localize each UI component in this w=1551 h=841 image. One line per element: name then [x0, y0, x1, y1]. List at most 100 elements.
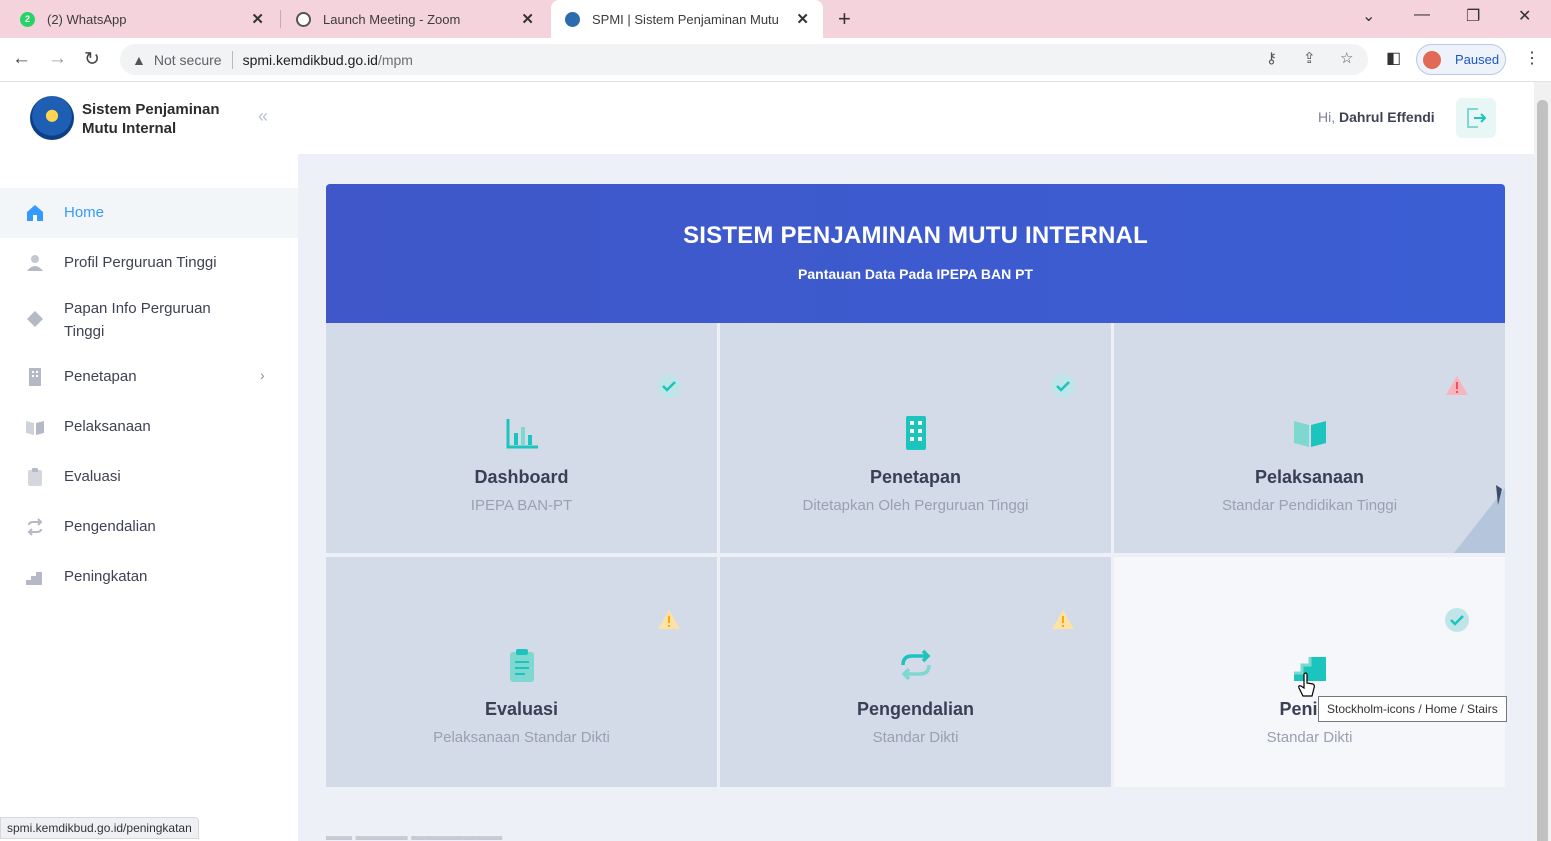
sidebar-item-label: Pengendalian: [64, 518, 156, 535]
chart-bar-icon: [506, 419, 538, 449]
sidebar-item-label: Papan Info Perguruan Tinggi: [64, 300, 211, 340]
logo: [30, 96, 74, 140]
card-title: Pelaksanaan: [1254, 467, 1365, 487]
sidebar-item-label: Penetapan: [64, 368, 137, 385]
share-icon[interactable]: ⇪: [1303, 49, 1316, 67]
user-icon: [27, 255, 43, 271]
whatsapp-icon: 2: [20, 11, 35, 27]
greeting-text: Hi,: [1318, 109, 1336, 125]
card-dashboard[interactable]: Dashboard IPEPA BAN-PT: [326, 323, 717, 553]
url-path: /mpm: [377, 51, 413, 68]
brand-line-2: Mutu Internal: [82, 120, 177, 137]
card-title: Penetapan: [869, 467, 962, 487]
browser-tab-strip: 2 (2) WhatsApp ✕ Launch Meeting - Zoom ✕…: [0, 0, 1551, 38]
card-evaluasi[interactable]: Evaluasi Pelaksanaan Standar Dikti: [326, 557, 717, 787]
sidebar-item-label: Evaluasi: [64, 468, 121, 485]
sidebar-item-pengendalian[interactable]: Pengendalian: [0, 504, 298, 550]
card-title: Evaluasi: [484, 699, 559, 719]
close-tab-icon[interactable]: ✕: [521, 10, 534, 28]
warning-icon: ▲: [132, 51, 146, 68]
not-secure-label[interactable]: Not secure: [154, 52, 222, 68]
tab-spmi[interactable]: SPMI | Sistem Penjaminan Mutu ✕: [551, 0, 823, 38]
sidebar-item-label: Pelaksanaan: [64, 418, 151, 435]
clipboard-icon: [510, 649, 534, 682]
menu-icon[interactable]: ⋮: [1524, 48, 1540, 68]
user-greeting: Hi, Dahrul Effendi: [1318, 109, 1435, 125]
card-subtitle: Standar Pendidikan Tinggi: [1221, 497, 1398, 514]
collapse-sidebar-icon[interactable]: «: [258, 106, 268, 127]
page-title: SISTEM PENJAMINAN MUTU INTERNAL: [683, 222, 1148, 249]
repeat-icon: [901, 649, 931, 681]
check-circle-icon: [1445, 608, 1469, 632]
profile-button[interactable]: Paused: [1416, 44, 1506, 75]
sidebar-item-evaluasi[interactable]: Evaluasi: [0, 454, 298, 500]
tab-title: SPMI | Sistem Penjaminan Mutu: [592, 11, 779, 27]
page-subtitle: Pantauan Data Pada IPEPA BAN PT: [798, 266, 1033, 282]
sign-out-icon: [1467, 108, 1487, 128]
sidebar-item-pelaksanaan[interactable]: Pelaksanaan: [0, 404, 298, 450]
book-open-icon: [1294, 421, 1326, 447]
stairs-icon: [26, 572, 42, 585]
warning-icon: [1446, 376, 1468, 395]
check-circle-icon: [657, 374, 681, 398]
close-window-icon[interactable]: ✕: [1518, 6, 1531, 26]
warning-icon: [1052, 610, 1074, 629]
clipboard-icon: [28, 468, 42, 486]
sidebar-item-penetapan[interactable]: Penetapan ›: [0, 354, 298, 400]
close-tab-icon[interactable]: ✕: [251, 10, 264, 28]
status-url: spmi.kemdikbud.go.id/peningkatan: [0, 817, 199, 839]
diamond-icon: [27, 311, 43, 327]
omnibox-divider: [231, 50, 233, 69]
scrollbar[interactable]: [1534, 82, 1551, 841]
new-tab-button[interactable]: +: [838, 6, 851, 32]
forward-icon[interactable]: →: [48, 48, 67, 70]
home-icon: [27, 205, 43, 221]
card-subtitle: Standar Dikti: [872, 729, 959, 746]
sidebar-item-peningkatan[interactable]: Peningkatan: [0, 554, 298, 600]
footer-faded: ▬▬ ▬▬▬▬ ▬▬▬▬▬▬▬: [326, 828, 503, 841]
building-icon: [29, 368, 41, 386]
scrollbar-thumb[interactable]: [1537, 100, 1548, 841]
card-subtitle: Pelaksanaan Standar Dikti: [433, 729, 610, 746]
card-penetapan[interactable]: Penetapan Ditetapkan Oleh Perguruan Ting…: [720, 323, 1111, 553]
sidebar-item-label: Profil Perguruan Tinggi: [64, 254, 217, 271]
tab-zoom[interactable]: Launch Meeting - Zoom ✕: [282, 0, 548, 38]
browser-toolbar: ← → ↻ ▲ Not secure spmi.kemdikbud.go.id …: [0, 38, 1551, 82]
key-icon[interactable]: ⚷: [1266, 49, 1277, 67]
sidebar-item-home[interactable]: Home: [0, 188, 298, 238]
minimize-icon[interactable]: —: [1414, 6, 1430, 24]
card-pengendalian[interactable]: Pengendalian Standar Dikti: [720, 557, 1111, 787]
reload-icon[interactable]: ↻: [84, 48, 100, 71]
card-title: Pengendalian: [856, 699, 975, 719]
address-bar[interactable]: ▲ Not secure spmi.kemdikbud.go.id /mpm ⚷…: [120, 44, 1368, 75]
decorative-illustration: [1454, 485, 1505, 553]
card-pelaksanaan[interactable]: Pelaksanaan Standar Pendidikan Tinggi: [1114, 323, 1505, 553]
sidebar-item-label: Home: [64, 204, 105, 221]
sidebar-item-label: Peningkatan: [64, 568, 148, 585]
side-panel-icon[interactable]: ◧: [1386, 48, 1401, 68]
tab-search-icon[interactable]: ⌄: [1362, 6, 1375, 26]
repeat-icon: [27, 518, 43, 536]
building-icon: [906, 416, 926, 450]
profile-status: Paused: [1455, 52, 1500, 67]
card-subtitle: Standar Dikti: [1266, 729, 1353, 746]
card-subtitle: IPEPA BAN-PT: [470, 497, 573, 514]
book-icon: [26, 421, 44, 435]
star-icon[interactable]: ☆: [1340, 49, 1353, 67]
tab-divider: [280, 10, 281, 28]
brand-line-1: Sistem Penjaminan: [82, 101, 220, 118]
sidebar-item-profil[interactable]: Profil Perguruan Tinggi: [0, 238, 298, 288]
kemdikbud-icon: [565, 11, 580, 27]
tab-whatsapp[interactable]: 2 (2) WhatsApp ✕: [6, 0, 278, 38]
card-subtitle: Ditetapkan Oleh Perguruan Tinggi: [802, 497, 1029, 514]
hero-banner: SISTEM PENJAMINAN MUTU INTERNAL Pantauan…: [326, 184, 1505, 323]
close-tab-icon[interactable]: ✕: [796, 10, 809, 28]
logout-button[interactable]: [1456, 98, 1496, 138]
restore-icon[interactable]: ❐: [1466, 6, 1480, 26]
sidebar-item-papan-info[interactable]: Papan Info Perguruan Tinggi: [0, 288, 298, 354]
tooltip: Stockholm-icons / Home / Stairs: [1318, 696, 1507, 722]
user-name: Dahrul Effendi: [1339, 109, 1435, 125]
card-title: Dashboard: [474, 467, 569, 487]
back-icon[interactable]: ←: [12, 48, 31, 70]
globe-icon: [296, 11, 311, 27]
